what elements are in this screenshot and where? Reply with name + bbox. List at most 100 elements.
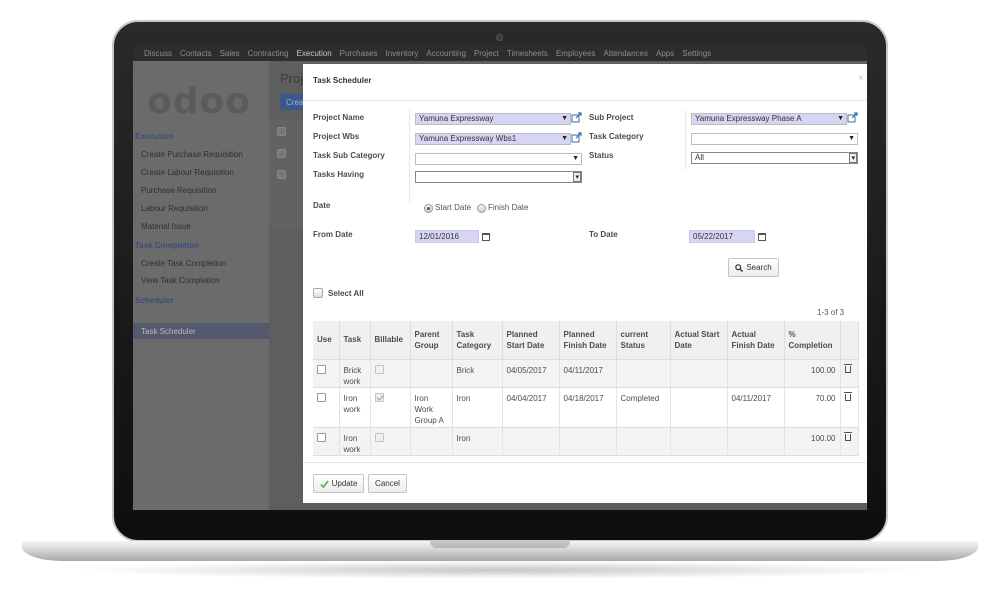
menu-apps[interactable]: Apps [656, 49, 674, 58]
current-status-cell [616, 359, 671, 388]
start-date-radio[interactable] [424, 204, 433, 213]
actual-start-cell [670, 359, 728, 388]
actual-finish-cell: 04/11/2017 [727, 387, 785, 428]
table-row[interactable]: Iron work Iron 100.00 [313, 427, 859, 456]
billable-checkbox [374, 392, 384, 402]
menu-discuss[interactable]: Discuss [144, 49, 172, 58]
cancel-button[interactable]: Cancel [368, 474, 407, 493]
menu-attendances[interactable]: Attendances [604, 49, 648, 58]
column-header[interactable]: Parent Group [410, 321, 453, 360]
calendar-icon[interactable] [758, 233, 766, 241]
list-row-checkbox[interactable] [277, 149, 286, 158]
from-date-label: From Date [313, 230, 353, 239]
project-wbs-select[interactable]: Yamuna Expressway Wbs1 ▼ [415, 133, 571, 145]
menu-contacts[interactable]: Contacts [180, 49, 212, 58]
top-menu: Discuss Contacts Sales Contracting Execu… [133, 46, 867, 61]
column-header[interactable]: Use [313, 321, 340, 360]
sidebar-item-task-scheduler[interactable]: Task Scheduler [133, 323, 269, 339]
actual-start-cell [670, 427, 728, 456]
planned-finish-cell [559, 427, 617, 456]
search-button[interactable]: Search [728, 258, 779, 277]
status-value: All [695, 153, 704, 162]
trash-icon[interactable] [843, 363, 852, 373]
use-checkbox[interactable] [317, 364, 326, 374]
to-date-input[interactable]: 05/22/2017 [689, 230, 755, 243]
column-header[interactable]: Actual Start Date [670, 321, 728, 360]
dropdown-arrow-icon: ▼ [561, 135, 568, 142]
external-link-icon[interactable] [847, 112, 858, 123]
sub-project-label: Sub Project [589, 113, 634, 122]
column-header[interactable]: current Status [616, 321, 671, 360]
sidebar-item-labour-requisition[interactable]: Labour Requisition [141, 204, 208, 213]
from-date-input[interactable]: 12/01/2016 [415, 230, 479, 243]
sidebar-item-material-issue[interactable]: Material Issue [141, 222, 191, 231]
sidebar-item-view-task-completion[interactable]: View Task Completion [141, 276, 219, 285]
pager: 1-3 of 3 [817, 308, 845, 317]
tasks-having-select[interactable]: ▾ [415, 171, 582, 183]
sidebar-item-create-task-completion[interactable]: Create Task Completion [141, 259, 226, 268]
delete-cell [840, 387, 859, 428]
list-row-checkbox[interactable] [277, 170, 286, 179]
column-header[interactable]: Planned Start Date [502, 321, 560, 360]
planned-start-cell: 04/05/2017 [502, 359, 560, 388]
dropdown-arrow-icon: ▼ [837, 115, 844, 122]
completion-cell: 70.00 [784, 387, 841, 428]
sidebar-section-task-completion: Task Completion [135, 241, 199, 250]
status-select[interactable]: All ▾ [691, 152, 858, 164]
dropdown-arrow-icon: ▼ [848, 135, 855, 142]
calendar-icon[interactable] [482, 233, 490, 241]
menu-inventory[interactable]: Inventory [385, 49, 418, 58]
sidebar-item-create-labour-requisition[interactable]: Create Labour Requisition [141, 168, 234, 177]
finish-date-radio[interactable] [477, 204, 486, 213]
planned-start-cell: 04/04/2017 [502, 387, 560, 428]
project-name-label: Project Name [313, 113, 365, 122]
close-icon[interactable]: × [858, 73, 864, 84]
status-label: Status [589, 151, 614, 160]
sub-project-value: Yamuna Expressway Phase A [695, 114, 802, 123]
menu-settings[interactable]: Settings [682, 49, 711, 58]
menu-purchases[interactable]: Purchases [340, 49, 378, 58]
task-sub-category-select[interactable]: ▼ [415, 153, 582, 165]
task-category-cell: Iron [452, 427, 503, 456]
menu-contracting[interactable]: Contracting [248, 49, 289, 58]
column-header[interactable]: Actual Finish Date [727, 321, 785, 360]
menu-execution[interactable]: Execution [297, 49, 332, 58]
use-checkbox[interactable] [317, 392, 326, 402]
use-checkbox[interactable] [317, 432, 326, 442]
sidebar-item-purchase-requisition[interactable]: Purchase Requisition [141, 186, 217, 195]
task-category-cell: Iron [452, 387, 503, 428]
task-cell: Iron work [339, 387, 371, 428]
select-all-checkbox[interactable] [313, 288, 323, 298]
menu-project[interactable]: Project [474, 49, 499, 58]
table-row[interactable]: Iron work Iron Work Group A Iron 04/04/2… [313, 387, 859, 428]
menu-timesheets[interactable]: Timesheets [507, 49, 548, 58]
use-cell [313, 387, 340, 428]
trash-icon[interactable] [843, 431, 852, 441]
column-header[interactable]: Billable [370, 321, 411, 360]
external-link-icon[interactable] [571, 132, 582, 143]
use-cell [313, 359, 340, 388]
odoo-logo[interactable]: odoo [147, 81, 251, 122]
webcam [496, 34, 503, 41]
search-button-label: Search [746, 263, 772, 272]
sidebar-item-create-purchase-requisition[interactable]: Create Purchase Requisition [141, 150, 243, 159]
column-header[interactable]: Task Category [452, 321, 503, 360]
menu-accounting[interactable]: Accounting [426, 49, 466, 58]
menu-sales[interactable]: Sales [220, 49, 240, 58]
billable-checkbox [374, 432, 384, 442]
task-category-select[interactable]: ▼ [691, 133, 858, 145]
table-row[interactable]: Brick work Brick 04/05/2017 04/11/2017 1… [313, 359, 859, 388]
billable-cell [370, 427, 411, 456]
update-button[interactable]: Update [313, 474, 364, 493]
list-row-checkbox[interactable] [277, 127, 286, 136]
current-status-cell: Completed [616, 387, 671, 428]
project-name-select[interactable]: Yamuna Expressway ▼ [415, 113, 571, 125]
column-header[interactable]: Task [339, 321, 371, 360]
planned-finish-cell: 04/18/2017 [559, 387, 617, 428]
column-header[interactable]: % Completion [784, 321, 841, 360]
column-header[interactable]: Planned Finish Date [559, 321, 617, 360]
menu-employees[interactable]: Employees [556, 49, 596, 58]
trash-icon[interactable] [843, 391, 852, 401]
sub-project-select[interactable]: Yamuna Expressway Phase A ▼ [691, 113, 847, 125]
external-link-icon[interactable] [571, 112, 582, 123]
